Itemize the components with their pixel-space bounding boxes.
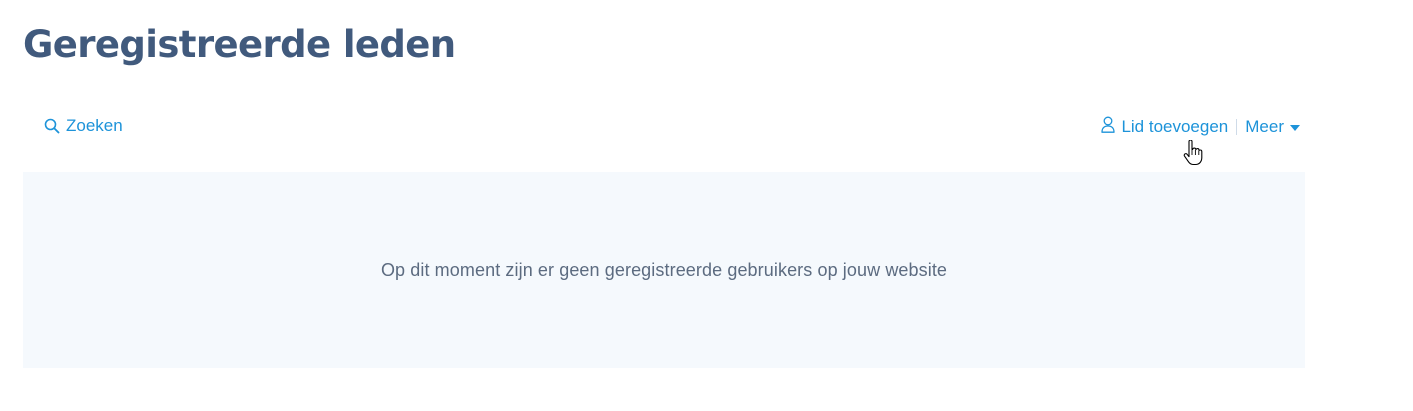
add-member-button[interactable]: Lid toevoegen bbox=[1101, 116, 1228, 138]
toolbar-divider bbox=[1236, 119, 1238, 135]
members-toolbar: Zoeken Lid toevoegen Meer bbox=[23, 110, 1305, 144]
search-icon bbox=[44, 118, 60, 134]
more-label: Meer bbox=[1245, 117, 1284, 136]
user-icon bbox=[1101, 116, 1116, 138]
page-title: Geregistreerde leden bbox=[23, 23, 456, 66]
more-dropdown[interactable]: Meer bbox=[1245, 117, 1300, 137]
toolbar-actions: Lid toevoegen Meer bbox=[1101, 116, 1300, 138]
hand-pointer-cursor-icon bbox=[1183, 139, 1203, 172]
add-member-label: Lid toevoegen bbox=[1121, 117, 1229, 136]
empty-state-message: Op dit moment zijn er geen geregistreerd… bbox=[380, 259, 948, 280]
search-button[interactable]: Zoeken bbox=[44, 116, 123, 136]
search-label: Zoeken bbox=[66, 116, 123, 135]
empty-state-panel: Op dit moment zijn er geen geregistreerd… bbox=[23, 172, 1305, 368]
caret-down-icon bbox=[1290, 124, 1300, 131]
